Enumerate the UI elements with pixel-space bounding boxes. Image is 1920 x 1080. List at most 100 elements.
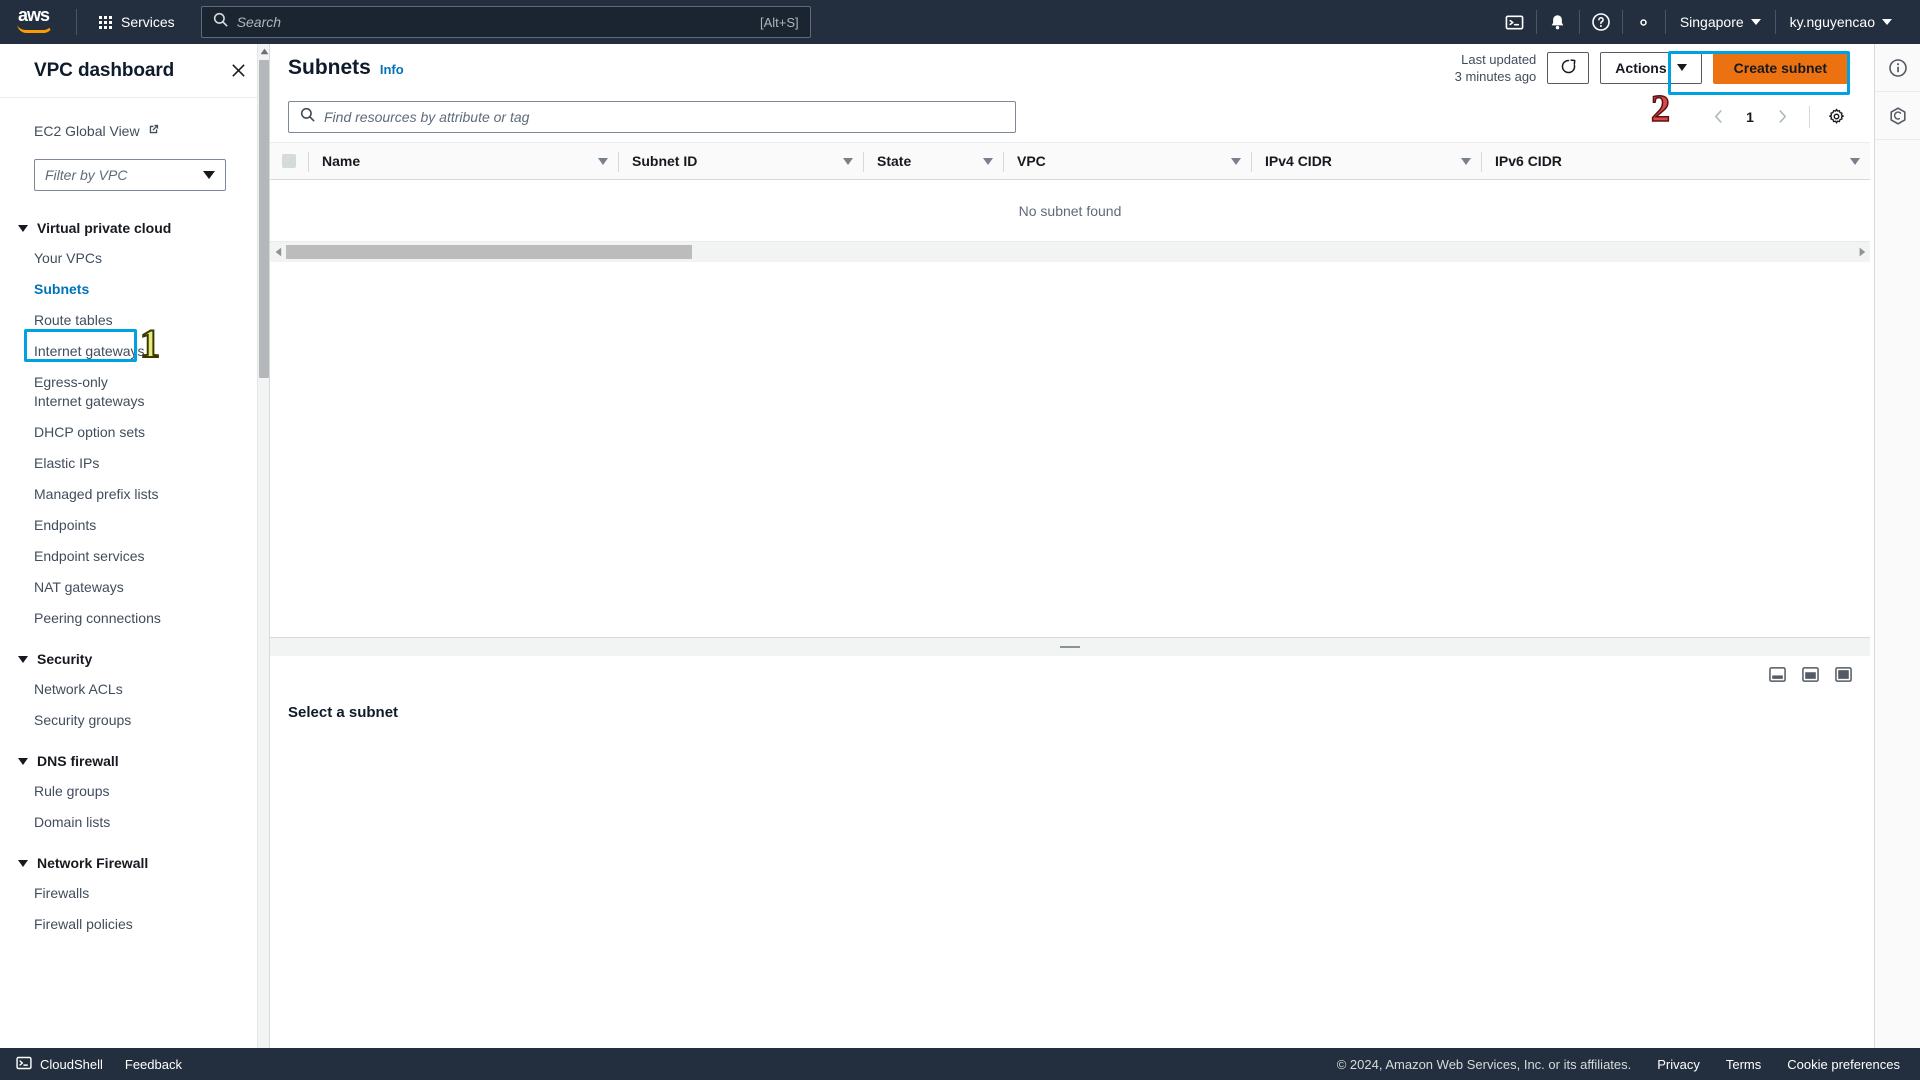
full-panel-icon[interactable] (1835, 666, 1852, 683)
chevron-down-icon (18, 224, 28, 232)
sidebar-item-ec2-global-view[interactable]: EC2 Global View (0, 119, 258, 143)
chevron-right-icon[interactable] (1765, 101, 1799, 133)
sidebar-item-domain-lists[interactable]: Domain lists (0, 807, 258, 838)
help-circle-icon[interactable] (1580, 0, 1622, 44)
find-resources-input[interactable] (324, 108, 1004, 125)
find-resources-box[interactable] (288, 100, 1016, 133)
global-search-box[interactable]: [Alt+S] (200, 6, 811, 38)
cloudshell-icon[interactable] (1494, 0, 1536, 44)
select-all-checkbox-cell[interactable] (270, 143, 308, 179)
scroll-right-arrow-icon[interactable] (1854, 242, 1870, 262)
sidebar-item-peering-connections[interactable]: Peering connections (0, 603, 258, 634)
split-side-icon[interactable] (1802, 666, 1819, 683)
panel-split-handle[interactable] (270, 638, 1870, 656)
sidebar-item-security-groups[interactable]: Security groups (0, 705, 258, 736)
top-navigation-bar: aws Services [Alt+S] Sin (0, 0, 1920, 44)
sidebar-item-firewalls[interactable]: Firewalls (0, 878, 258, 909)
ec2-global-view-label: EC2 Global View (34, 123, 140, 139)
sidebar-group-security[interactable]: Security (0, 644, 258, 674)
actions-button[interactable]: Actions (1600, 51, 1702, 84)
chevron-down-icon (1882, 19, 1892, 25)
split-bottom-icon[interactable] (1769, 666, 1786, 683)
close-icon[interactable] (230, 62, 247, 79)
column-header-name[interactable]: Name (308, 143, 618, 179)
sidebar-item-rule-groups[interactable]: Rule groups (0, 776, 258, 807)
sidebar-item-route-tables[interactable]: Route tables (0, 305, 258, 336)
sidebar: VPC dashboard EC2 Global View Filter by … (0, 44, 270, 1058)
cookie-preferences-link[interactable]: Cookie preferences (1787, 1057, 1900, 1072)
table-horizontal-scrollbar[interactable] (270, 242, 1870, 262)
header-actions: Last updated 3 minutes ago Actions Creat… (1455, 51, 1870, 85)
sidebar-title: VPC dashboard (34, 59, 175, 81)
region-selector[interactable]: Singapore (1666, 0, 1775, 44)
sort-arrow-icon[interactable] (1461, 157, 1471, 165)
cloudshell-button[interactable]: CloudShell (16, 1055, 103, 1074)
chevron-down-icon (1676, 64, 1687, 71)
feedback-link[interactable]: Feedback (125, 1057, 182, 1072)
grid-icon (99, 15, 112, 29)
shortcuts-icon[interactable] (1875, 92, 1920, 140)
sidebar-group-dns-firewall[interactable]: DNS firewall (0, 746, 258, 776)
sidebar-item-endpoint-services[interactable]: Endpoint services (0, 541, 258, 572)
column-label: Subnet ID (632, 153, 698, 169)
chevron-down-icon (18, 757, 28, 765)
terms-link[interactable]: Terms (1726, 1057, 1761, 1072)
sidebar-group-label: Virtual private cloud (37, 220, 172, 236)
bell-icon[interactable] (1537, 0, 1579, 44)
sort-arrow-icon[interactable] (1850, 157, 1860, 165)
actions-label: Actions (1615, 59, 1667, 76)
sidebar-item-your-vpcs[interactable]: Your VPCs (0, 243, 258, 274)
main-content: Subnets Info Last updated 3 minutes ago … (270, 44, 1870, 1058)
column-label: VPC (1017, 153, 1046, 169)
page-title-wrap: Subnets Info (288, 56, 404, 80)
gear-icon[interactable] (1623, 0, 1665, 44)
sidebar-item-nat-gateways[interactable]: NAT gateways (0, 572, 258, 603)
sidebar-item-egress-only-internet-gateways[interactable]: Egress-only Internet gateways (0, 367, 170, 417)
table-body-filler (270, 262, 1870, 617)
cloudshell-label: CloudShell (40, 1056, 103, 1072)
create-subnet-button[interactable]: Create subnet (1712, 51, 1848, 84)
sidebar-item-endpoints[interactable]: Endpoints (0, 510, 258, 541)
sort-arrow-icon[interactable] (1231, 157, 1241, 165)
column-header-vpc[interactable]: VPC (1003, 143, 1251, 179)
info-circle-icon[interactable] (1875, 44, 1920, 92)
last-updated: Last updated 3 minutes ago (1455, 51, 1537, 85)
sidebar-item-network-acls[interactable]: Network ACLs (0, 674, 258, 705)
info-link[interactable]: Info (380, 62, 404, 77)
chevron-left-icon[interactable] (1701, 101, 1735, 133)
table-preferences-gear-icon[interactable] (1820, 101, 1852, 133)
hscroll-track[interactable] (286, 242, 1854, 262)
sidebar-item-managed-prefix-lists[interactable]: Managed prefix lists (0, 479, 258, 510)
sort-arrow-icon[interactable] (983, 157, 993, 165)
sort-arrow-icon[interactable] (843, 157, 853, 165)
sidebar-scroll-thumb[interactable] (259, 60, 269, 378)
sidebar-item-dhcp-option-sets[interactable]: DHCP option sets (0, 417, 258, 448)
vpc-filter-select[interactable]: Filter by VPC (34, 159, 226, 191)
sort-arrow-icon[interactable] (598, 157, 608, 165)
detail-panel: Select a subnet (270, 656, 1870, 1058)
hscroll-thumb[interactable] (286, 245, 692, 259)
column-header-state[interactable]: State (863, 143, 1003, 179)
sidebar-item-elastic-ips[interactable]: Elastic IPs (0, 448, 258, 479)
scroll-left-arrow-icon[interactable] (270, 242, 286, 262)
sidebar-scrollbar[interactable] (257, 44, 269, 1058)
sidebar-group-network-firewall[interactable]: Network Firewall (0, 848, 258, 878)
sidebar-item-firewall-policies[interactable]: Firewall policies (0, 909, 258, 940)
column-header-ipv6-cidr[interactable]: IPv6 CIDR (1481, 143, 1870, 179)
column-header-subnet-id[interactable]: Subnet ID (618, 143, 863, 179)
page-number[interactable]: 1 (1737, 109, 1763, 125)
column-header-ipv4-cidr[interactable]: IPv4 CIDR (1251, 143, 1481, 179)
sidebar-item-internet-gateways[interactable]: Internet gateways (0, 336, 258, 367)
refresh-button[interactable] (1547, 51, 1590, 84)
sidebar-item-subnets[interactable]: Subnets (0, 274, 258, 305)
aws-logo-text: aws (18, 5, 50, 25)
privacy-link[interactable]: Privacy (1657, 1057, 1700, 1072)
aws-logo[interactable]: aws (17, 5, 64, 37)
scroll-up-arrow-icon[interactable] (258, 44, 270, 58)
global-search-input[interactable] (236, 14, 753, 30)
account-menu[interactable]: ky.nguyencao (1776, 0, 1906, 44)
sidebar-group-virtual-private-cloud[interactable]: Virtual private cloud (0, 213, 258, 243)
select-all-checkbox[interactable] (282, 154, 296, 168)
annotation-marker-2: 2 (1650, 88, 1671, 130)
services-menu-button[interactable]: Services (89, 8, 185, 36)
